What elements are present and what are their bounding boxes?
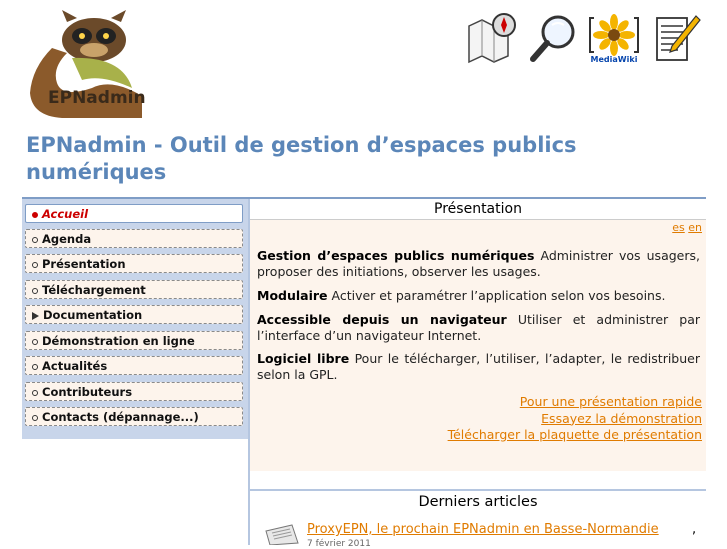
newspaper-icon bbox=[265, 524, 299, 545]
sidebar-item-label: Agenda bbox=[42, 232, 92, 246]
feature-title: Modulaire bbox=[257, 288, 328, 303]
sidebar-item-actualites[interactable]: Actualités bbox=[25, 356, 243, 375]
feature-title: Accessible depuis un navigateur bbox=[257, 312, 507, 327]
sidebar-menu: Accueil Agenda Présentation Téléchargeme… bbox=[22, 199, 248, 439]
sidebar-item-label: Accueil bbox=[42, 207, 89, 221]
map-compass-icon[interactable] bbox=[466, 12, 518, 64]
feature-paragraph: Logiciel libre Pour le télécharger, l’ut… bbox=[257, 351, 700, 383]
article-suffix: , bbox=[692, 522, 697, 537]
sidebar-item-accueil[interactable]: Accueil bbox=[25, 204, 243, 223]
sidebar-item-label: Téléchargement bbox=[42, 283, 146, 297]
articles-title: Derniers articles bbox=[250, 492, 706, 512]
feature-text: Activer et paramétrer l’application selo… bbox=[327, 288, 666, 303]
article-link[interactable]: ProxyEPN, le prochain EPNadmin en Basse-… bbox=[307, 522, 659, 537]
feature-paragraph: Gestion d’espaces publics numériques Adm… bbox=[257, 248, 700, 280]
notepad-pencil-icon[interactable] bbox=[650, 12, 702, 64]
feature-title: Gestion d’espaces publics numériques bbox=[257, 248, 535, 263]
article-date: 7 février 2011 bbox=[307, 539, 371, 549]
bullet-icon bbox=[32, 237, 38, 243]
page-title: EPNadmin - Outil de gestion d’espaces pu… bbox=[26, 133, 577, 184]
feature-title: Logiciel libre bbox=[257, 351, 350, 366]
sidebar-item-agenda[interactable]: Agenda bbox=[25, 229, 243, 248]
magnifier-icon[interactable] bbox=[528, 12, 580, 64]
mediawiki-label: MediaWiki bbox=[591, 55, 638, 64]
sidebar-item-telechargement[interactable]: Téléchargement bbox=[25, 280, 243, 299]
sidebar-item-contacts[interactable]: Contacts (dépannage...) bbox=[25, 407, 243, 426]
mediawiki-icon[interactable]: MediaWiki bbox=[588, 12, 640, 64]
logo-text: EPNadmin bbox=[48, 88, 146, 108]
presentation-title: Présentation bbox=[250, 199, 706, 220]
article-title: ProxyEPN, le prochain EPNadmin en Basse-… bbox=[307, 522, 659, 537]
download-brochure-link[interactable]: Télécharger la plaquette de présentation bbox=[448, 427, 702, 442]
bullet-icon bbox=[32, 415, 38, 421]
sidebar-item-contributeurs[interactable]: Contributeurs bbox=[25, 382, 243, 401]
lang-en-link[interactable]: en bbox=[688, 221, 702, 234]
bullet-icon bbox=[32, 390, 38, 396]
bullet-icon bbox=[32, 262, 38, 268]
presentation-panel: Présentation es en Gestion d’espaces pub… bbox=[250, 199, 706, 471]
lang-es-link[interactable]: es bbox=[672, 221, 685, 234]
sidebar-item-label: Contacts (dépannage...) bbox=[42, 410, 199, 424]
sidebar-item-label: Présentation bbox=[42, 257, 126, 271]
bullet-icon bbox=[32, 364, 38, 370]
sidebar-item-label: Contributeurs bbox=[42, 385, 133, 399]
language-switcher: es en bbox=[672, 221, 702, 234]
site-header: EPNadmin MediaWiki bbox=[0, 0, 727, 125]
bullet-icon bbox=[32, 339, 38, 345]
quick-presentation-link[interactable]: Pour une présentation rapide bbox=[520, 394, 702, 409]
bullet-icon bbox=[32, 288, 38, 294]
latest-articles-panel: Derniers articles ProxyEPN, le prochain … bbox=[250, 491, 706, 549]
presentation-links: Pour une présentation rapide Essayez la … bbox=[448, 394, 702, 444]
triangle-right-icon bbox=[32, 312, 39, 320]
feature-paragraph: Accessible depuis un navigateur Utiliser… bbox=[257, 312, 700, 344]
sidebar-item-label: Actualités bbox=[42, 359, 108, 373]
sidebar-item-presentation[interactable]: Présentation bbox=[25, 254, 243, 273]
feature-paragraph: Modulaire Activer et paramétrer l’applic… bbox=[257, 288, 700, 304]
bullet-icon bbox=[32, 212, 38, 218]
sidebar-item-demonstration[interactable]: Démonstration en ligne bbox=[25, 331, 243, 350]
sidebar-item-label: Démonstration en ligne bbox=[42, 334, 195, 348]
sidebar-item-label: Documentation bbox=[43, 308, 143, 322]
epnadmin-logo[interactable]: EPNadmin bbox=[22, 8, 150, 120]
sidebar-item-documentation[interactable]: Documentation bbox=[25, 305, 243, 324]
try-demo-link[interactable]: Essayez la démonstration bbox=[541, 411, 702, 426]
